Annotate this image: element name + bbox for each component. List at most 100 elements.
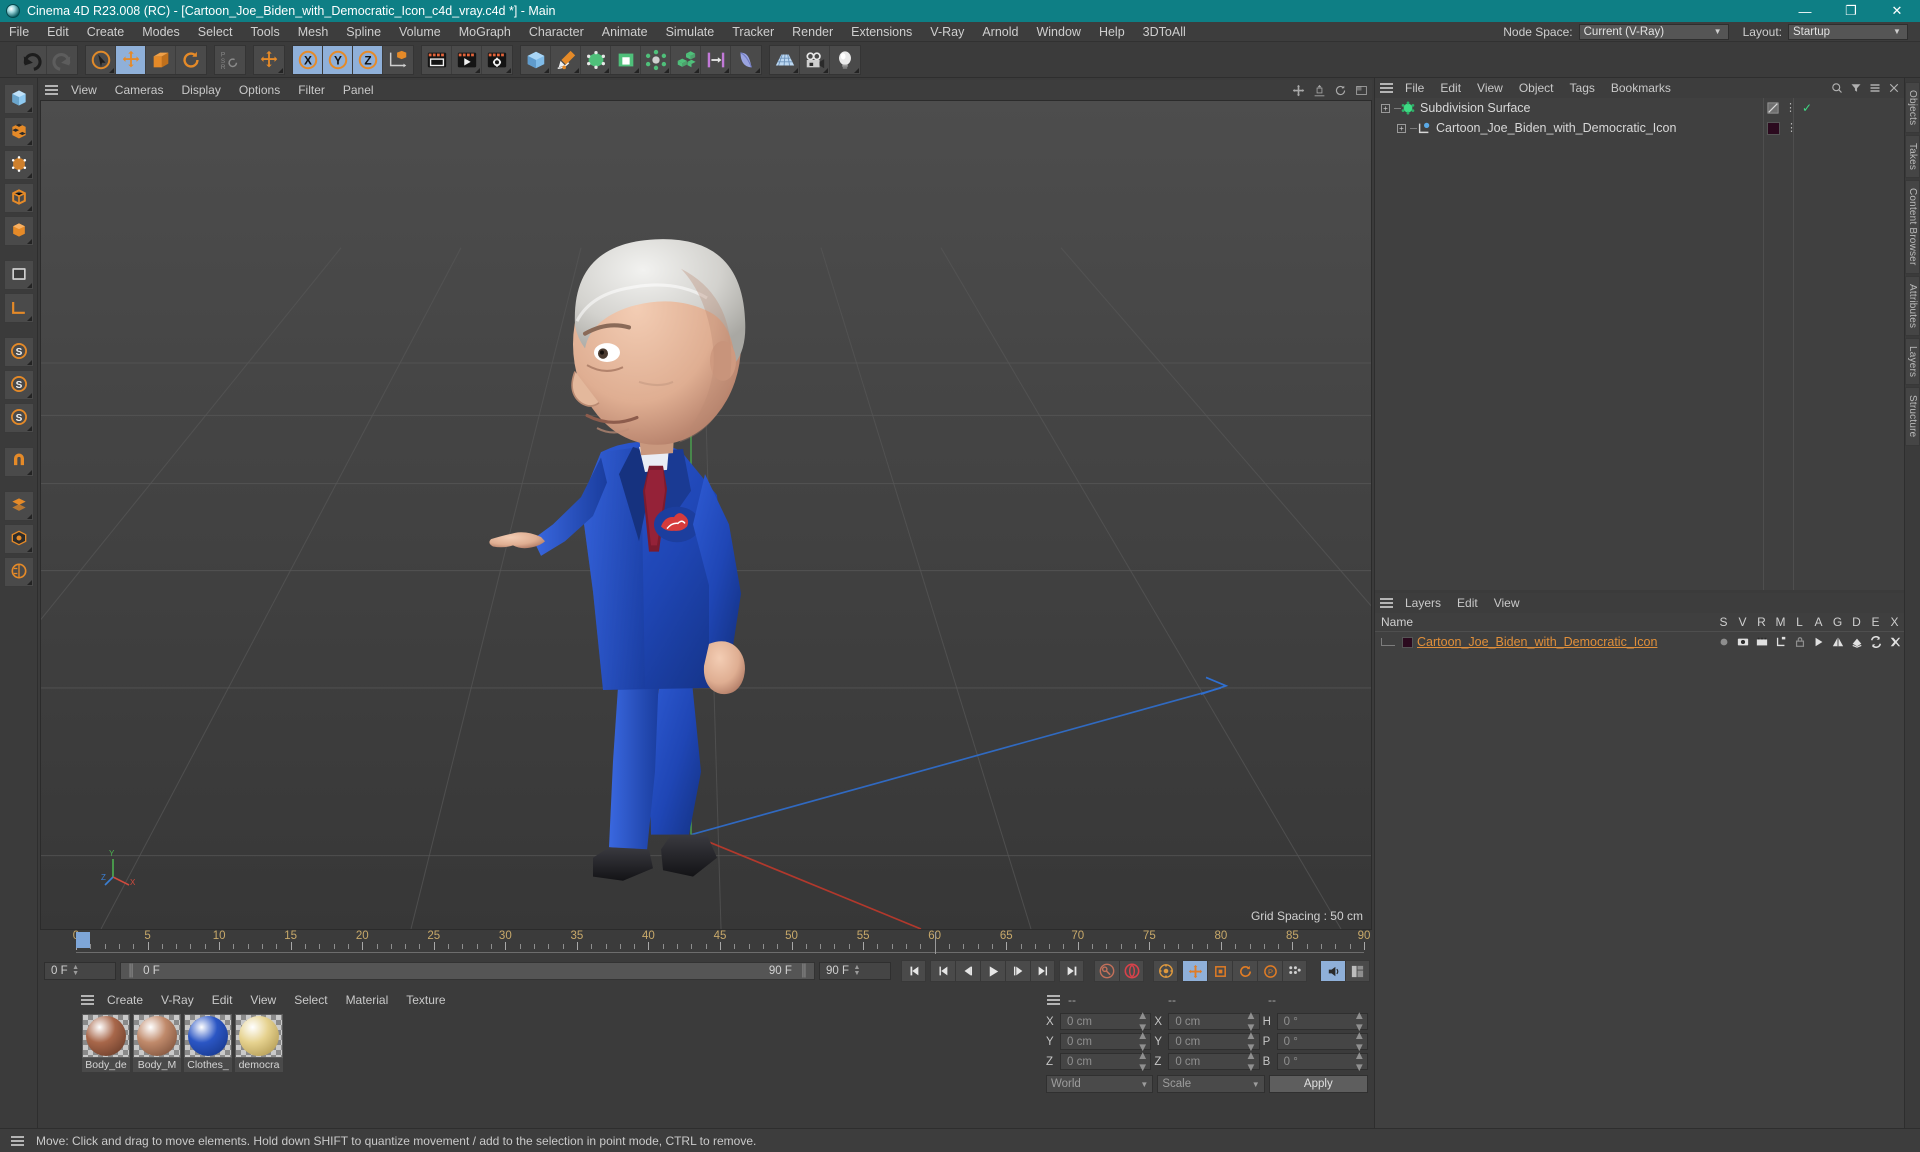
play-button[interactable] <box>980 960 1005 982</box>
vtab-layers[interactable]: Layers <box>1905 338 1920 386</box>
menu-edit[interactable]: Edit <box>38 22 78 42</box>
tool-quantize[interactable]: S <box>3 403 34 433</box>
hamburger-icon[interactable] <box>1042 995 1064 1005</box>
apply-button[interactable]: Apply <box>1268 1075 1368 1093</box>
add-scene-button[interactable] <box>641 45 671 74</box>
spinner-icon[interactable]: ▲ ▼ <box>1354 1050 1365 1074</box>
expand-toggle-icon[interactable]: + <box>1381 103 1390 113</box>
next-key-button[interactable] <box>1030 960 1055 982</box>
rotate-tool-button[interactable] <box>176 45 206 74</box>
coord-input-size[interactable]: 0 cm ▲ ▼ <box>1168 1030 1260 1054</box>
menu-select[interactable]: Select <box>189 22 242 42</box>
menu-mograph[interactable]: MoGraph <box>450 22 520 42</box>
menu-character[interactable]: Character <box>520 22 593 42</box>
menu-create[interactable]: Create <box>78 22 134 42</box>
coord-input-size[interactable]: 0 cm ▲ ▼ <box>1168 1010 1260 1034</box>
menu-help[interactable]: Help <box>1090 22 1134 42</box>
layer-toggle-v[interactable] <box>1733 636 1752 648</box>
viewport-menu-options[interactable]: Options <box>230 80 289 100</box>
viewport-move-icon[interactable] <box>1292 84 1305 97</box>
objects-menu-file[interactable]: File <box>1397 78 1432 98</box>
add-nurbs-button[interactable] <box>581 45 611 74</box>
layer-toggle-m[interactable] <box>1771 636 1790 648</box>
add-spline-button[interactable] <box>551 45 581 74</box>
coord-input-rotation[interactable]: 0 ° ▲ ▼ <box>1276 1050 1368 1074</box>
world-local-button[interactable] <box>254 45 284 74</box>
add-deformer-button[interactable] <box>611 45 641 74</box>
viewport-menu-view[interactable]: View <box>62 80 106 100</box>
close-button[interactable]: ✕ <box>1874 0 1920 22</box>
end-frame-field[interactable]: 90 F ▲ ▼ <box>819 962 891 980</box>
subdivision-surface-icon[interactable] <box>1401 101 1415 115</box>
layer-toggle-r[interactable] <box>1752 636 1771 648</box>
menu-file[interactable]: File <box>0 22 38 42</box>
viewport-menu-display[interactable]: Display <box>172 80 229 100</box>
material-preview[interactable] <box>235 1014 283 1058</box>
material-item[interactable]: Body_de <box>82 1014 130 1072</box>
menu-3dtoall[interactable]: 3DToAll <box>1134 22 1195 42</box>
vtab-objects[interactable]: Objects <box>1905 82 1920 134</box>
vtab-attributes[interactable]: Attributes <box>1905 275 1920 337</box>
tool-edges-mode[interactable] <box>3 183 34 213</box>
menu-render[interactable]: Render <box>783 22 842 42</box>
layer-toggle-s[interactable] <box>1714 636 1733 648</box>
lock-z-button[interactable]: Z <box>353 45 383 74</box>
lock-y-button[interactable]: Y <box>323 45 353 74</box>
viewport-menu-panel[interactable]: Panel <box>334 80 383 100</box>
tool-model-mode[interactable] <box>3 84 34 114</box>
tool-symmetry[interactable] <box>3 557 34 587</box>
hamburger-icon[interactable] <box>76 995 98 1005</box>
tool-uv-mesh[interactable] <box>3 491 34 521</box>
layers-menu-edit[interactable]: Edit <box>1449 593 1486 613</box>
expand-toggle-icon[interactable]: + <box>1397 123 1406 133</box>
dots-icon[interactable]: ⋮ <box>1785 103 1796 114</box>
dots-icon[interactable]: ⋮ <box>1786 123 1797 134</box>
layer-color-swatch[interactable] <box>1402 636 1413 648</box>
spinner-icon[interactable]: ▲ ▼ <box>71 964 81 977</box>
material-menu-material[interactable]: Material <box>337 990 398 1010</box>
viewport-menu-cameras[interactable]: Cameras <box>106 80 173 100</box>
vtab-content-browser[interactable]: Content Browser <box>1905 180 1920 274</box>
vtab-takes[interactable]: Takes <box>1905 135 1920 179</box>
add-field-button[interactable] <box>701 45 731 74</box>
hamburger-icon[interactable] <box>1375 598 1397 608</box>
menu-window[interactable]: Window <box>1027 22 1089 42</box>
material-menu-v-ray[interactable]: V-Ray <box>152 990 203 1010</box>
position-key-button[interactable] <box>1182 960 1207 982</box>
tool-paint-mask[interactable] <box>3 524 34 554</box>
step-forward-button[interactable] <box>1005 960 1030 982</box>
go-to-start-button[interactable] <box>901 960 926 982</box>
hamburger-icon[interactable] <box>40 85 62 95</box>
object-tree[interactable]: + Subdivision Surface ⋮ ✓ + Cartoon_Joe_Biden… <box>1375 98 1904 590</box>
objects-menu-object[interactable]: Object <box>1511 78 1562 98</box>
psr-lock-button[interactable]: PSR <box>215 45 245 74</box>
layer-toggle-d[interactable] <box>1847 636 1866 648</box>
hamburger-icon[interactable] <box>1375 83 1397 93</box>
material-menu-select[interactable]: Select <box>285 990 336 1010</box>
scale-key-button[interactable] <box>1207 960 1232 982</box>
material-menu-create[interactable]: Create <box>98 990 152 1010</box>
render-to-picture-viewer-button[interactable] <box>452 45 482 74</box>
rotation-key-button[interactable] <box>1232 960 1257 982</box>
start-frame-field[interactable]: 0 F ▲ ▼ <box>44 962 116 980</box>
viewport-rotate-icon[interactable] <box>1334 84 1347 97</box>
render-view-button[interactable] <box>422 45 452 74</box>
objects-menu-bookmarks[interactable]: Bookmarks <box>1603 78 1679 98</box>
viewport-maximize-icon[interactable] <box>1355 84 1368 97</box>
spinner-icon[interactable]: ▲ ▼ <box>1137 1050 1148 1074</box>
menu-v-ray[interactable]: V-Ray <box>921 22 973 42</box>
coordinate-mode-select[interactable]: Scale ▼ <box>1157 1075 1265 1093</box>
vtab-structure[interactable]: Structure <box>1905 387 1920 446</box>
timeline-playhead[interactable] <box>76 932 90 948</box>
layer-toggle-l[interactable] <box>1790 636 1809 648</box>
undo-button[interactable] <box>17 45 47 74</box>
add-floor-button[interactable] <box>770 45 800 74</box>
material-preview[interactable] <box>82 1014 130 1058</box>
param-key-button[interactable]: P <box>1257 960 1282 982</box>
layer-toggle-a[interactable] <box>1809 636 1828 648</box>
menu-volume[interactable]: Volume <box>390 22 450 42</box>
step-back-button[interactable] <box>955 960 980 982</box>
live-selection-button[interactable] <box>86 45 116 74</box>
enabled-check-icon[interactable]: ✓ <box>1802 101 1812 115</box>
menu-modes[interactable]: Modes <box>133 22 189 42</box>
